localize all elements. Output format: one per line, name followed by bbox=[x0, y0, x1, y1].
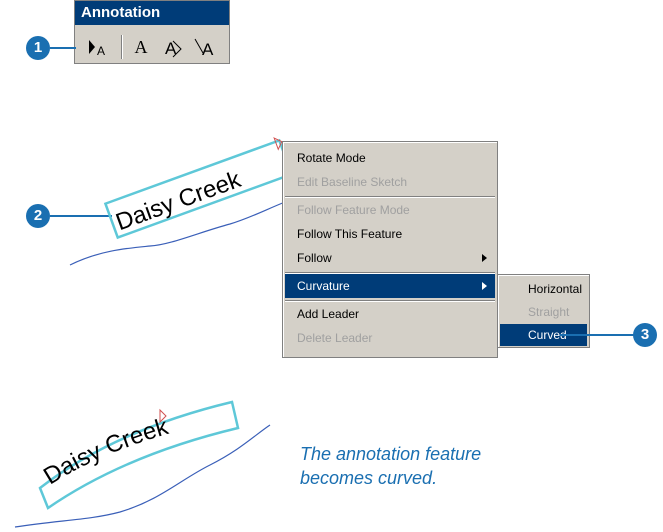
callout-1: 1 bbox=[26, 36, 50, 60]
annotation-toolbar: Annotation A A A A bbox=[74, 0, 230, 64]
menu-item-follow-this-feature[interactable]: Follow This Feature bbox=[285, 222, 495, 246]
curvature-submenu: Horizontal Straight Curved bbox=[497, 274, 590, 348]
callout-3: 3 bbox=[633, 323, 657, 347]
svg-text:A: A bbox=[97, 44, 105, 58]
submenu-arrow-icon bbox=[482, 282, 487, 290]
straight-text-tool-button[interactable]: A bbox=[159, 35, 187, 59]
svg-text:A: A bbox=[202, 40, 214, 59]
callout-1-leader bbox=[50, 47, 76, 49]
horizontal-text-tool-button[interactable]: A bbox=[127, 35, 155, 59]
submenu-item-straight[interactable]: Straight bbox=[500, 301, 587, 323]
toolbar-title: Annotation bbox=[75, 1, 229, 25]
menu-item-curvature[interactable]: Curvature bbox=[285, 274, 495, 298]
straight-annotation-canvas: Daisy Creek bbox=[69, 137, 294, 266]
callout-3-leader bbox=[560, 334, 634, 336]
menu-item-delete-leader[interactable]: Delete Leader bbox=[285, 326, 495, 350]
menu-item-curvature-label: Curvature bbox=[297, 279, 350, 293]
submenu-item-horizontal[interactable]: Horizontal bbox=[500, 278, 587, 300]
caption-line-1: The annotation feature bbox=[300, 444, 482, 464]
annotation-text-curved: Daisy Creek bbox=[39, 413, 172, 490]
menu-item-follow-label: Follow bbox=[297, 251, 332, 265]
curved-annotation-canvas: Daisy Creek bbox=[14, 400, 271, 528]
menu-item-rotate-mode[interactable]: Rotate Mode bbox=[285, 146, 495, 170]
horizontal-text-icon: A bbox=[134, 37, 148, 57]
select-annotation-tool-button[interactable]: A bbox=[81, 35, 117, 59]
toolbar-separator bbox=[121, 35, 123, 59]
callout-2: 2 bbox=[26, 204, 50, 228]
menu-item-add-leader[interactable]: Add Leader bbox=[285, 302, 495, 326]
caption: The annotation feature becomes curved. bbox=[300, 442, 560, 490]
curved-text-icon: A bbox=[194, 38, 214, 59]
menu-item-follow[interactable]: Follow bbox=[285, 246, 495, 270]
submenu-arrow-icon bbox=[482, 254, 487, 262]
caption-line-2: becomes curved. bbox=[300, 468, 438, 488]
select-annotation-icon: A bbox=[89, 40, 105, 58]
menu-item-follow-feature-mode[interactable]: Follow Feature Mode bbox=[285, 198, 495, 222]
curved-text-tool-button[interactable]: A bbox=[191, 35, 221, 59]
menu-item-edit-baseline-sketch[interactable]: Edit Baseline Sketch bbox=[285, 170, 495, 194]
context-menu: Rotate Mode Edit Baseline Sketch Follow … bbox=[282, 141, 498, 358]
straight-text-icon: A bbox=[165, 39, 182, 58]
